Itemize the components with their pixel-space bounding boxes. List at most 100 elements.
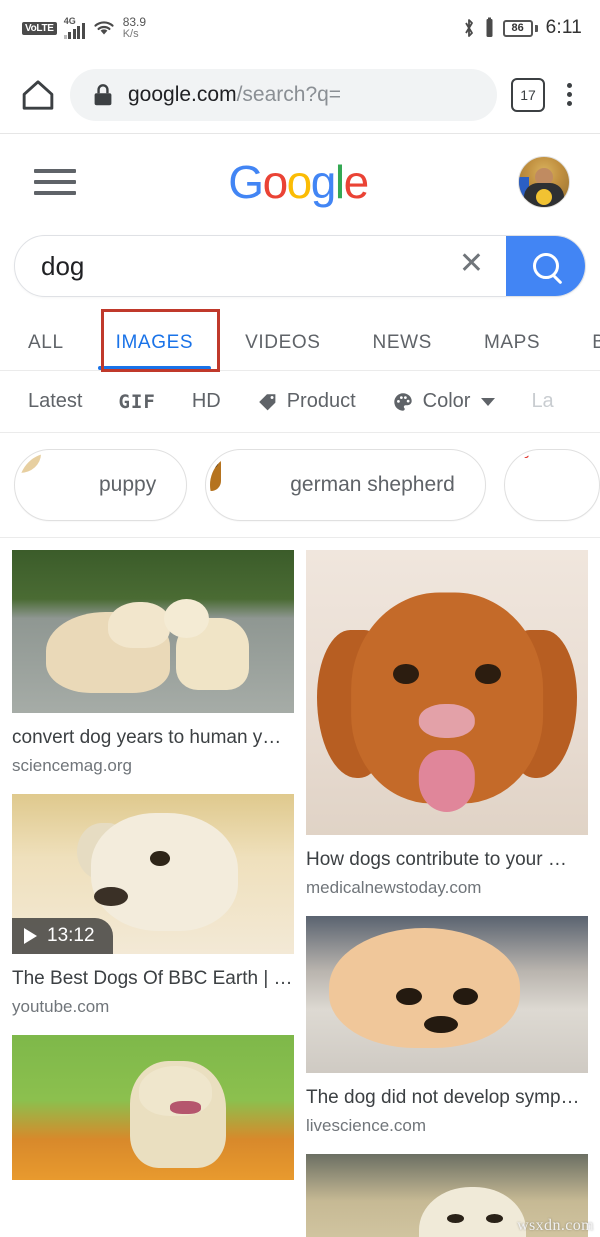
- clear-search-button[interactable]: ✕: [449, 249, 506, 283]
- logo-letter-g1: G: [228, 155, 264, 208]
- search-box[interactable]: dog ✕: [14, 235, 586, 297]
- related-chip-label: puppy: [99, 473, 157, 496]
- logo-letter-e: e: [343, 155, 370, 208]
- search-tabs-container: ALL IMAGES VIDEOS NEWS MAPS B: [0, 309, 600, 372]
- status-bar: VoLTE 4G 83.9 K/s 86 6:11: [0, 0, 600, 56]
- result-thumbnail[interactable]: [306, 915, 588, 1073]
- filter-layout[interactable]: La: [531, 390, 589, 413]
- play-icon: [24, 927, 37, 944]
- wifi-icon: [94, 21, 114, 35]
- watermark: wsxdn.com: [517, 1217, 594, 1234]
- bluetooth-icon: [464, 19, 473, 37]
- result-thumbnail[interactable]: [12, 550, 294, 713]
- logo-letter-o1: o: [262, 155, 289, 208]
- filter-hd[interactable]: HD: [192, 390, 257, 413]
- network-speed: 83.9 K/s: [123, 16, 146, 40]
- magnifier-icon: [533, 253, 559, 279]
- search-area: dog ✕: [0, 229, 600, 297]
- filter-layout-label: La: [531, 390, 554, 412]
- kebab-menu-icon[interactable]: [559, 77, 580, 112]
- image-result-card[interactable]: convert dog years to human y… sciencemag…: [12, 550, 294, 776]
- avatar[interactable]: [517, 155, 570, 208]
- image-result-card[interactable]: [12, 1034, 294, 1180]
- status-bar-left: VoLTE 4G 83.9 K/s: [22, 16, 146, 40]
- search-input[interactable]: dog: [15, 251, 449, 282]
- image-filter-bar: Latest GIF HD Product Color La: [0, 371, 600, 433]
- address-bar[interactable]: google.com/search?q=: [70, 68, 497, 121]
- tag-icon: [258, 394, 276, 411]
- url-text: google.com/search?q=: [128, 83, 341, 107]
- filter-latest-label: Latest: [28, 390, 83, 412]
- filter-product-label: Product: [286, 390, 356, 412]
- results-column-left: convert dog years to human y… sciencemag…: [12, 550, 294, 1237]
- tab-maps[interactable]: MAPS: [458, 332, 566, 370]
- clock: 6:11: [545, 17, 582, 38]
- result-source: sciencemag.org: [12, 755, 133, 775]
- related-chip-thumbnail: CATDOG: [508, 453, 573, 517]
- filter-color-label: Color: [422, 390, 471, 412]
- network-speed-value: 83.9: [122, 15, 147, 29]
- related-chip-thumbnail: [210, 453, 274, 517]
- url-domain: google.com: [128, 82, 237, 106]
- video-duration-badge: 13:12: [12, 917, 113, 954]
- related-chip-thumbnail: [19, 453, 83, 517]
- network-type-label: 4G: [63, 16, 76, 26]
- tab-videos[interactable]: VIDEOS: [219, 332, 346, 370]
- result-title: convert dog years to human y…: [12, 727, 282, 748]
- google-header: Google: [0, 134, 600, 229]
- result-source: medicalnewstoday.com: [306, 877, 482, 897]
- chevron-down-icon[interactable]: [481, 397, 496, 406]
- palette-icon: [393, 392, 412, 411]
- battery-saver-icon: [486, 17, 493, 37]
- browser-toolbar: google.com/search?q= 17: [0, 56, 600, 134]
- image-result-card[interactable]: The dog did not develop symp… livescienc…: [306, 915, 588, 1136]
- google-page: Google dog ✕ ALL IMAGES VIDEOS NEWS MAPS…: [0, 134, 600, 1237]
- image-result-card[interactable]: 13:12 The Best Dogs Of BBC Earth | … you…: [12, 793, 294, 1017]
- lock-icon: [94, 83, 112, 105]
- search-submit-button[interactable]: [506, 236, 585, 296]
- tab-images[interactable]: IMAGES: [90, 332, 220, 370]
- related-chip-puppy[interactable]: puppy: [14, 449, 188, 521]
- result-thumbnail[interactable]: [306, 550, 588, 835]
- network-speed-unit: K/s: [122, 28, 139, 40]
- filter-gif[interactable]: GIF: [118, 391, 191, 413]
- google-logo: Google: [228, 155, 370, 209]
- signal-bars: [63, 23, 85, 39]
- image-result-card[interactable]: How dogs contribute to your … medicalnew…: [306, 550, 588, 898]
- tab-all[interactable]: ALL: [28, 332, 90, 370]
- filter-latest[interactable]: Latest: [28, 390, 118, 413]
- image-results-grid: convert dog years to human y… sciencemag…: [0, 538, 600, 1237]
- phone-screen: VoLTE 4G 83.9 K/s 86 6:11 google.com/sea…: [0, 0, 600, 1237]
- battery-terminal-icon: [534, 24, 538, 32]
- home-icon[interactable]: [20, 78, 56, 112]
- result-title: The Best Dogs Of BBC Earth | …: [12, 967, 293, 989]
- hamburger-menu-icon[interactable]: [32, 163, 78, 201]
- related-chip-german-shepherd[interactable]: german shepherd: [205, 449, 486, 521]
- tab-news[interactable]: NEWS: [347, 332, 458, 370]
- related-searches-row: puppy german shepherd CATDOG: [0, 433, 600, 538]
- logo-letter-g2: g: [310, 155, 337, 208]
- url-path: /search?q=: [236, 82, 342, 106]
- volte-icon: VoLTE: [22, 21, 57, 35]
- filter-hd-label: HD: [191, 390, 221, 412]
- tab-books[interactable]: B: [566, 332, 600, 370]
- result-thumbnail[interactable]: [12, 1034, 294, 1180]
- cellular-signal-icon: 4G: [63, 16, 85, 39]
- related-chip-label: german shepherd: [290, 473, 455, 496]
- status-bar-right: 86 6:11: [462, 17, 582, 39]
- avatar-foreground-object: [535, 188, 552, 205]
- result-source: youtube.com: [12, 996, 110, 1016]
- battery-percent-badge: 86: [502, 19, 533, 37]
- tab-switcher-button[interactable]: 17: [511, 77, 545, 112]
- filter-color[interactable]: Color: [392, 390, 532, 413]
- related-chip-catdog[interactable]: CATDOG: [503, 449, 600, 521]
- filter-product[interactable]: Product: [257, 390, 392, 413]
- result-source: livescience.com: [306, 1115, 426, 1135]
- result-title: How dogs contribute to your …: [306, 849, 567, 870]
- gif-icon: GIF: [118, 390, 156, 413]
- result-title: The dog did not develop symp…: [306, 1086, 580, 1108]
- logo-letter-o2: o: [286, 155, 313, 208]
- result-thumbnail[interactable]: 13:12: [12, 793, 294, 954]
- video-duration-text: 13:12: [47, 924, 95, 946]
- search-tabs: ALL IMAGES VIDEOS NEWS MAPS B: [0, 313, 600, 371]
